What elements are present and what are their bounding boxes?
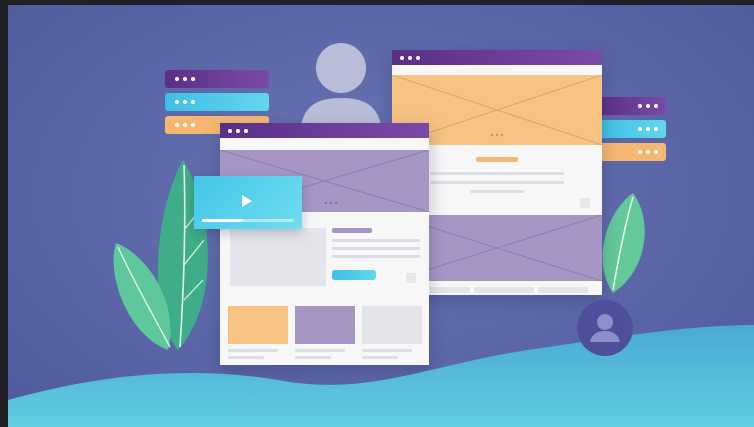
three-dots-icon: [400, 56, 420, 60]
heading-placeholder: [332, 228, 372, 233]
cta-button: [332, 270, 376, 280]
illustration-canvas: [8, 5, 754, 427]
heading-placeholder: [476, 157, 518, 162]
server-bar-cyan: [165, 93, 269, 111]
small-square: [580, 198, 590, 208]
server-bar-purple: [165, 70, 269, 88]
leaf-right-icon: [602, 193, 645, 293]
three-dots-icon: [228, 129, 248, 133]
video-progress-track: [202, 219, 294, 222]
server-bar-orange-right: [598, 143, 666, 161]
window-titlebar: [220, 123, 429, 138]
video-progress-fill: [202, 219, 244, 222]
account-circle-icon: [577, 300, 633, 356]
server-bar-purple-right: [598, 97, 666, 115]
window-titlebar: [392, 50, 602, 65]
wave-shape: [8, 325, 754, 427]
user-silhouette-icon: [300, 43, 382, 133]
server-bar-cyan-right: [598, 120, 666, 138]
video-player: [194, 176, 302, 229]
content-image-placeholder: [230, 228, 326, 286]
play-icon: [242, 195, 252, 207]
small-square: [406, 273, 416, 283]
